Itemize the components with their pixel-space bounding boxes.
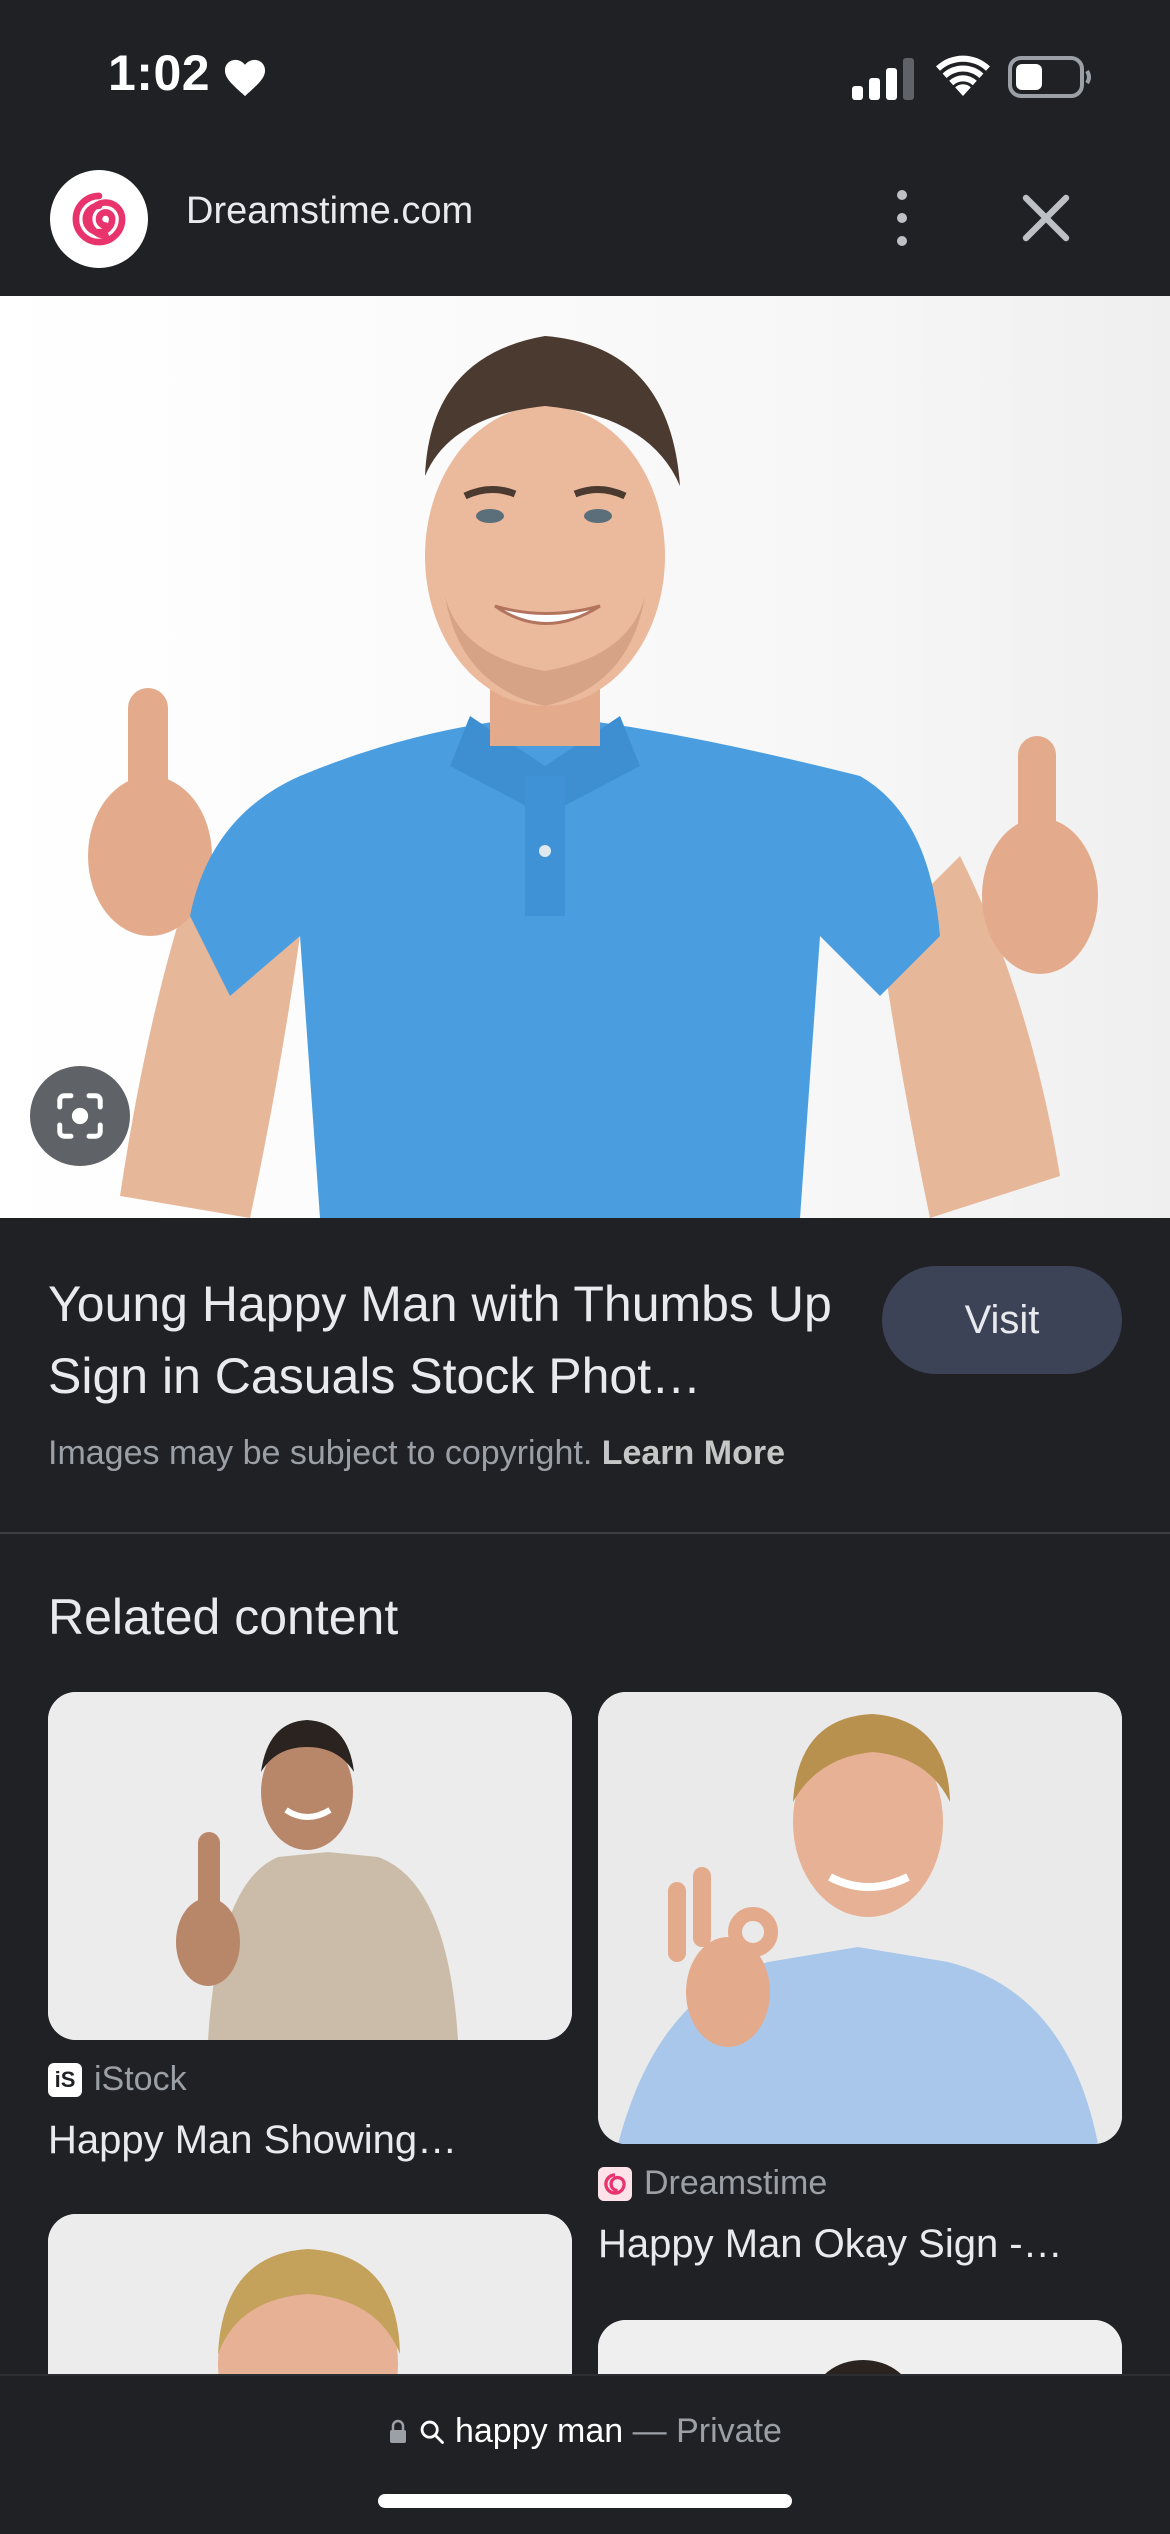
dreamstime-icon xyxy=(598,2166,632,2201)
site-title[interactable]: Dreamstime.com xyxy=(186,190,473,233)
signal-icon xyxy=(852,58,914,100)
search-icon xyxy=(420,2420,444,2444)
search-query: happy man xyxy=(454,2412,624,2450)
separator: — xyxy=(632,2412,667,2450)
lens-icon[interactable] xyxy=(30,1066,130,1166)
more-vert-icon[interactable] xyxy=(878,190,926,246)
source-name: iStock xyxy=(94,2060,187,2098)
viewer-header xyxy=(0,160,1170,296)
related-caption[interactable]: Happy Man Showing… xyxy=(48,2118,457,2163)
man-thumbs-up-photo xyxy=(48,1692,572,2040)
heart-icon xyxy=(224,59,266,97)
related-image-istock[interactable] xyxy=(48,1692,572,2040)
related-caption[interactable]: Happy Man Okay Sign -… xyxy=(598,2222,1063,2267)
image-title[interactable]: Young Happy Man with Thumbs Up Sign in C… xyxy=(48,1268,848,1412)
copyright-notice: Images may be subject to copyright. Lear… xyxy=(48,1434,785,1473)
related-source-istock[interactable]: iS iStock xyxy=(48,2060,187,2099)
man-thumbs-up-photo xyxy=(88,336,1098,1218)
man-okay-sign-photo xyxy=(598,1692,1122,2144)
main-image[interactable] xyxy=(0,296,1170,1218)
source-name: Dreamstime xyxy=(644,2164,828,2202)
close-icon[interactable] xyxy=(1018,190,1074,246)
lock-icon xyxy=(390,2419,407,2443)
visit-button[interactable]: Visit xyxy=(882,1266,1122,1374)
learn-more-link[interactable]: Learn More xyxy=(602,1434,785,1472)
google-lens-icon xyxy=(57,1093,103,1139)
related-heading: Related content xyxy=(48,1589,399,1645)
wifi-icon xyxy=(936,55,990,96)
dreamstime-swirl-icon xyxy=(72,192,126,246)
status-time: 1:02 xyxy=(108,45,211,101)
home-indicator[interactable] xyxy=(378,2494,792,2508)
related-image-dreamstime[interactable] xyxy=(598,1692,1122,2144)
istock-icon: iS xyxy=(48,2062,82,2097)
battery-icon xyxy=(1008,56,1091,98)
copyright-text: Images may be subject to copyright. xyxy=(48,1434,593,1472)
private-label: Private xyxy=(676,2412,782,2450)
divider xyxy=(0,1532,1170,1534)
address-bar[interactable]: happy man — Private xyxy=(0,2412,1170,2451)
bottom-bar xyxy=(0,2374,1170,2534)
related-source-dreamstime[interactable]: Dreamstime xyxy=(598,2164,827,2203)
dreamstime-logo[interactable] xyxy=(50,170,148,268)
